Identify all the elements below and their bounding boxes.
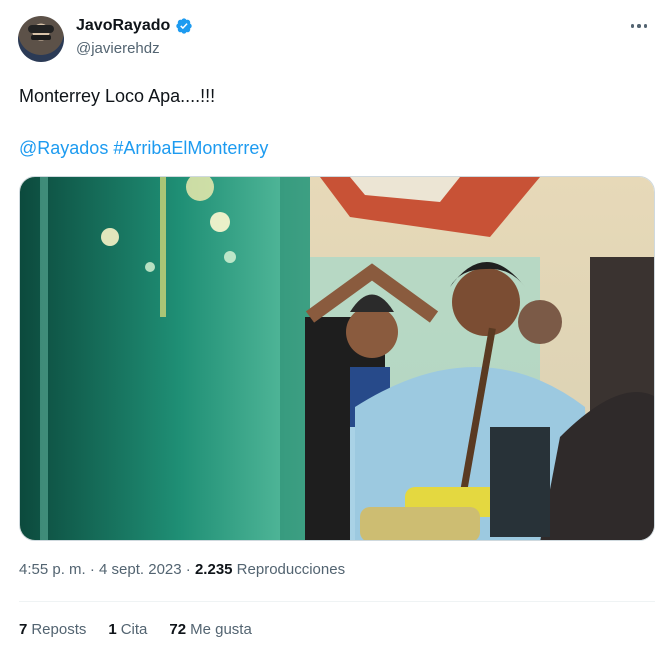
tweet-date[interactable]: 4 sept. 2023 bbox=[99, 561, 182, 578]
reposts-label: Reposts bbox=[31, 621, 87, 638]
more-options-icon[interactable] bbox=[627, 16, 651, 36]
author-name-row[interactable]: JavoRayado bbox=[76, 17, 193, 35]
author-display-name[interactable]: JavoRayado bbox=[76, 17, 170, 35]
dot bbox=[630, 24, 635, 28]
meta-separator: · bbox=[181, 561, 195, 578]
tweet-meta: 4:55 p. m. · 4 sept. 2023 · 2.235 Reprod… bbox=[19, 561, 345, 578]
dot bbox=[637, 24, 641, 28]
meta-separator: · bbox=[85, 561, 100, 578]
likes-count: 72 bbox=[169, 621, 187, 638]
tweet-time[interactable]: 4:55 p. m. bbox=[19, 561, 86, 578]
avatar-glasses bbox=[31, 35, 51, 40]
avatar[interactable] bbox=[18, 16, 64, 62]
author-handle[interactable]: @javierehdz bbox=[76, 40, 160, 57]
tweet-text: Monterrey Loco Apa....!!! bbox=[19, 86, 216, 106]
verified-badge-icon bbox=[176, 18, 192, 34]
views-label: Reproducciones bbox=[232, 561, 346, 578]
quotes-stat[interactable]: 1 Cita bbox=[108, 621, 147, 638]
engagement-stats: 7 Reposts 1 Cita 72 Me gusta bbox=[19, 621, 252, 638]
video-frame bbox=[20, 177, 654, 540]
quotes-count: 1 bbox=[108, 621, 117, 638]
reposts-count: 7 bbox=[19, 621, 28, 638]
likes-stat[interactable]: 72 Me gusta bbox=[169, 621, 251, 638]
divider bbox=[19, 601, 655, 602]
hashtag-link[interactable]: #ArribaElMonterrey bbox=[113, 138, 268, 158]
likes-label: Me gusta bbox=[190, 621, 252, 638]
tweet-links: @Rayados #ArribaElMonterrey bbox=[19, 136, 268, 160]
tweet-media-video[interactable] bbox=[19, 176, 655, 541]
views-count: 2.235 bbox=[194, 561, 233, 578]
reposts-stat[interactable]: 7 Reposts bbox=[19, 621, 86, 638]
dot bbox=[643, 24, 648, 28]
mention-link[interactable]: @Rayados bbox=[19, 138, 108, 158]
avatar-cap bbox=[28, 25, 54, 33]
quotes-label: Cita bbox=[120, 621, 148, 638]
